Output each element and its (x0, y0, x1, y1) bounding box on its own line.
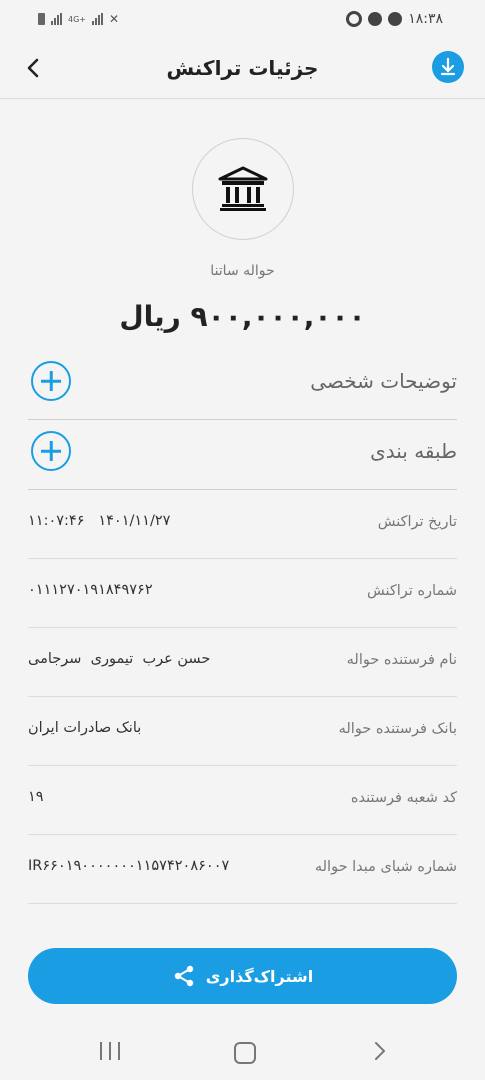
detail-label: تاریخ تراکنش (377, 514, 457, 530)
app-header: جزئیات تراکنش (0, 42, 485, 99)
detail-label: نام فرستنده حواله (346, 652, 457, 668)
download-icon (440, 57, 456, 76)
download-button[interactable] (432, 51, 464, 83)
page-title: جزئیات تراکنش (166, 56, 319, 80)
detail-row-date: تاریخ تراکنش ۱۴۰۱/۱۱/۲۷ ۱۱:۰۷:۴۶ (28, 489, 457, 559)
status-bar: 4G+ ✕ ۱۸:۳۸ (0, 0, 485, 42)
network-type: 4G+ (68, 14, 86, 24)
detail-value: IR۶۶۰۱۹۰۰۰۰۰۰۰۱۱۵۷۴۲۰۸۶۰۰۷ (28, 858, 230, 874)
chevron-right-icon (375, 1042, 385, 1060)
bank-logo (192, 138, 294, 240)
detail-row-sender-bank: بانک فرستنده حواله بانک صادرات ایران (28, 696, 457, 766)
status-left-icons: 4G+ ✕ (38, 12, 119, 26)
detail-label: کد شعبه فرستنده (350, 790, 457, 806)
detail-value: ۰۱۱۱۲۷۰۱۹۱۸۴۹۷۶۲ (28, 582, 153, 598)
status-time: ۱۸:۳۸ (408, 11, 443, 27)
shield-icon (368, 12, 383, 26)
status-right-icons: ۱۸:۳۸ (346, 11, 443, 27)
bank-icon (218, 166, 268, 211)
transaction-amount: ۹۰۰,۰۰۰,۰۰۰ ریال (119, 300, 366, 333)
plus-icon[interactable] (31, 361, 71, 401)
detail-row-sender-name: نام فرستنده حواله حسن عرب تیموری سرجامی (28, 627, 457, 697)
home-button[interactable] (234, 1042, 256, 1064)
system-nav-bar (0, 1030, 485, 1072)
detail-value: بانک صادرات ایران (28, 720, 142, 736)
detail-value: ۱۴۰۱/۱۱/۲۷ ۱۱:۰۷:۴۶ (28, 513, 171, 529)
detail-value: ۱۹ (28, 789, 44, 805)
app-icon (346, 11, 363, 27)
share-button[interactable]: اشتراک‌گذاری (28, 948, 457, 1004)
category-label: طبقه بندی (370, 439, 457, 463)
signal-icon-2 (92, 13, 103, 25)
signal-icon (51, 13, 62, 25)
system-back-button[interactable] (370, 1040, 390, 1062)
message-icon (388, 12, 403, 26)
detail-row-branch-code: کد شعبه فرستنده ۱۹ (28, 765, 457, 835)
plus-icon[interactable] (31, 431, 71, 471)
personal-notes-row[interactable]: توضیحات شخصی (28, 349, 457, 420)
detail-row-sheba: شماره شبای مبدا حواله IR۶۶۰۱۹۰۰۰۰۰۰۰۱۱۵۷… (28, 834, 457, 904)
share-label: اشتراک‌گذاری (205, 966, 314, 986)
share-icon (174, 965, 193, 987)
detail-value: حسن عرب تیموری سرجامی (28, 651, 211, 667)
battery-icon (38, 13, 45, 25)
detail-label: شماره تراکنش (367, 583, 457, 599)
detail-label: شماره شبای مبدا حواله (314, 859, 457, 875)
mute-icon: ✕ (109, 12, 120, 26)
personal-notes-label: توضیحات شخصی (310, 369, 457, 393)
recent-apps-button[interactable] (100, 1042, 120, 1060)
detail-label: بانک فرستنده حواله (338, 721, 457, 737)
transaction-type: حواله ساتنا (210, 263, 275, 279)
detail-row-tx-number: شماره تراکنش ۰۱۱۱۲۷۰۱۹۱۸۴۹۷۶۲ (28, 558, 457, 628)
category-row[interactable]: طبقه بندی (28, 419, 457, 490)
